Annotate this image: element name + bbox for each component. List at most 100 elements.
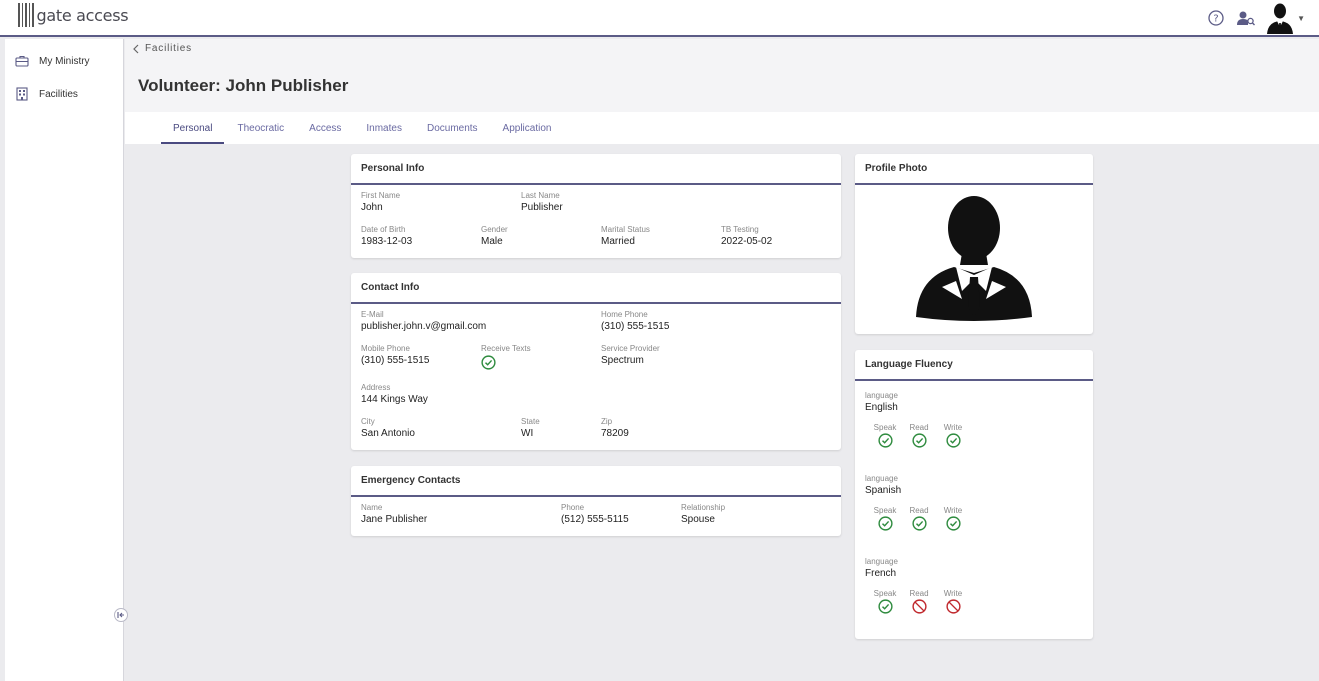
mobile-phone-field: Mobile Phone (310) 555-1515 [361,344,429,366]
read-skill: Read [906,506,932,531]
field-label: Receive Texts [481,344,531,353]
language-item: language French Speak Read Write [865,557,966,614]
logo-bars-icon [18,3,34,27]
user-search-icon[interactable] [1235,7,1257,29]
field-value: publisher.john.v@gmail.com [361,321,487,332]
speak-skill: Speak [872,423,898,448]
field-label: E-Mail [361,310,384,319]
check-circle-icon [877,516,893,531]
field-value: 144 Kings Way [361,394,428,405]
help-icon[interactable]: ? [1205,7,1227,29]
field-value: San Antonio [361,428,415,439]
field-label: Name [361,503,383,512]
field-label: City [361,417,375,426]
tab-bar: Personal Theocratic Access Inmates Docum… [125,112,1319,144]
tb-testing-field: TB Testing 2022-05-02 [721,225,772,247]
write-skill: Write [940,506,966,531]
field-label: State [521,417,540,426]
tab-theocratic[interactable]: Theocratic [225,112,296,144]
write-skill: Write [940,589,966,614]
building-icon [15,87,29,101]
tab-application[interactable]: Application [491,112,564,144]
read-skill: Read [906,423,932,448]
field-label: TB Testing [721,225,759,234]
logo-text: gate access [36,5,129,25]
card-title: Profile Photo [855,154,1093,185]
field-value: John [361,202,383,213]
field-label: Marital Status [601,225,650,234]
field-label: First Name [361,191,401,200]
check-circle-icon [877,599,893,614]
field-label: language [865,391,898,400]
top-bar: gate access ? ▼ [0,0,1319,37]
email-field: E-Mail publisher.john.v@gmail.com [361,310,486,332]
field-label: Home Phone [601,310,648,319]
chevron-down-icon: ▼ [1297,13,1305,23]
profile-photo-card: Profile Photo [855,154,1093,334]
collapse-sidebar-icon[interactable] [114,608,128,622]
read-skill: Read [906,589,932,614]
service-provider-field: Service Provider Spectrum [601,344,660,366]
card-title: Emergency Contacts [351,466,841,497]
field-label: Relationship [681,503,726,512]
field-value: 78209 [601,428,629,439]
user-menu[interactable]: ▼ [1265,2,1305,34]
field-label: Mobile Phone [361,344,410,353]
field-label: Gender [481,225,508,234]
home-phone-field: Home Phone (310) 555-1515 [601,310,669,332]
sidebar-item-label: My Ministry [39,55,90,67]
check-circle-icon [945,516,961,531]
language-item: language Spanish Speak Read Write [865,474,966,531]
field-label: Service Provider [601,344,660,353]
marital-status-field: Marital Status Married [601,225,650,247]
language-item: language English Speak Read Write [865,391,966,448]
language-fluency-card: Language Fluency language English Speak … [855,350,1093,639]
sidebar-item-my-ministry[interactable]: My Ministry [5,50,123,72]
page-header: Facilities Volunteer: John Publisher [125,39,1319,112]
breadcrumb[interactable]: Facilities [133,43,192,54]
tab-personal[interactable]: Personal [161,112,225,144]
field-value: Jane Publisher [361,514,428,525]
receive-texts-field: Receive Texts [481,344,531,373]
personal-info-card: Personal Info First Name John Last Name … [351,154,841,258]
prohibited-icon [911,599,927,614]
tab-access[interactable]: Access [297,112,353,144]
field-label: Address [361,383,391,392]
check-circle-icon [945,433,961,448]
write-skill: Write [940,423,966,448]
zip-field: Zip 78209 [601,417,629,439]
tab-documents[interactable]: Documents [415,112,490,144]
sidebar-item-facilities[interactable]: Facilities [5,83,123,105]
speak-skill: Speak [872,506,898,531]
card-title: Language Fluency [855,350,1093,381]
logo[interactable]: gate access [18,2,129,28]
date-of-birth-field: Date of Birth 1983-12-03 [361,225,412,247]
language-name: French [865,568,897,579]
card-title: Personal Info [351,154,841,185]
briefcase-icon [15,54,29,68]
card-title: Contact Info [351,273,841,304]
field-label: Phone [561,503,585,512]
relationship-field: Relationship Spouse [681,503,725,525]
page-title: Volunteer: John Publisher [138,76,349,95]
emergency-phone-field: Phone (512) 555-5115 [561,503,629,525]
check-circle-icon [911,433,927,448]
field-value: Spouse [681,514,715,525]
chevron-left-icon [133,44,139,53]
contact-info-card: Contact Info E-Mail publisher.john.v@gma… [351,273,841,450]
address-field: Address 144 Kings Way [361,383,428,405]
language-name: English [865,402,898,413]
language-name: Spanish [865,485,902,496]
field-value: (310) 555-1515 [361,355,430,366]
field-label: language [865,557,898,566]
tab-inmates[interactable]: Inmates [354,112,414,144]
gender-field: Gender Male [481,225,508,247]
field-value: 2022-05-02 [721,236,773,247]
field-value: (512) 555-5115 [561,514,629,525]
check-circle-icon [911,516,927,531]
last-name-field: Last Name Publisher [521,191,563,213]
field-label: Zip [601,417,613,426]
field-label: Last Name [521,191,560,200]
prohibited-icon [945,599,961,614]
breadcrumb-label: Facilities [145,43,192,54]
